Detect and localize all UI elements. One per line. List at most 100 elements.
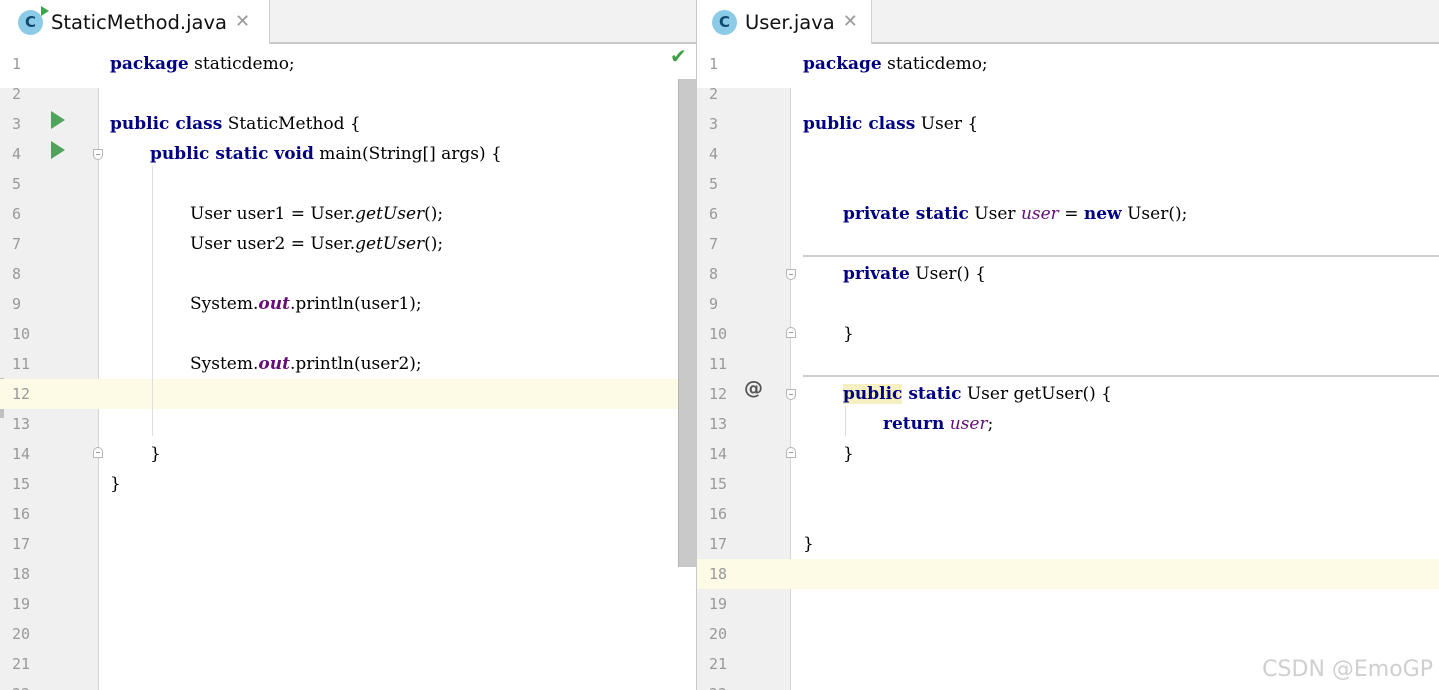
at-annotation-icon[interactable]: @	[744, 377, 763, 399]
line-number: 11	[12, 355, 31, 373]
run-class-icon[interactable]	[51, 111, 65, 129]
line-number: 19	[709, 595, 728, 613]
code-line: 2	[697, 79, 1439, 109]
line-number: 17	[709, 535, 728, 553]
fold-icon[interactable]	[786, 447, 796, 458]
code-text: User user1 = User.getUser();	[190, 204, 444, 224]
code-line: 16	[0, 499, 696, 529]
code-line: 11 System.out.println(user2);	[0, 349, 696, 379]
code-line: 16	[697, 499, 1439, 529]
code-line: 18	[0, 559, 696, 589]
line-number: 13	[12, 415, 31, 433]
line-number: 10	[709, 325, 728, 343]
right-tab-bar: C User.java ✕	[697, 0, 1439, 44]
indent-guide	[845, 406, 846, 436]
code-line: 1 package staticdemo;	[697, 49, 1439, 79]
code-line: 13	[0, 409, 696, 439]
line-number: 19	[12, 595, 31, 613]
code-text: package staticdemo;	[803, 54, 988, 74]
line-number: 6	[12, 205, 22, 223]
line-number: 5	[709, 175, 719, 193]
code-text: }	[110, 474, 121, 494]
code-line: 20	[0, 619, 696, 649]
line-number: 22	[709, 679, 727, 690]
code-line: 14}	[0, 439, 696, 469]
code-text: return user;	[883, 414, 994, 434]
line-number: 21	[12, 655, 31, 673]
code-line: 14}	[697, 439, 1439, 469]
code-line: 6 User user1 = User.getUser();	[0, 199, 696, 229]
left-editor-pane: C StaticMethod.java ✕ 1 package staticdem…	[0, 0, 696, 690]
line-number: 22	[12, 679, 30, 690]
code-line: 7 User user2 = User.getUser();	[0, 229, 696, 259]
code-line: 10	[0, 319, 696, 349]
line-number: 1	[12, 55, 22, 73]
code-line: 5	[0, 169, 696, 199]
left-code-editor[interactable]: 1 package staticdemo; 2 3 public class Sta…	[0, 44, 696, 690]
code-line: 15}	[0, 469, 696, 499]
line-number: 17	[12, 535, 31, 553]
code-line: 17}	[697, 529, 1439, 559]
line-number: 7	[12, 235, 22, 253]
tab-user-java[interactable]: C User.java ✕	[697, 0, 872, 44]
code-text: System.out.println(user1);	[190, 294, 422, 314]
tab-title: StaticMethod.java	[51, 10, 227, 34]
method-separator	[803, 375, 1439, 377]
tab-staticmethod-java[interactable]: C StaticMethod.java ✕	[0, 0, 270, 44]
method-separator	[803, 255, 1439, 257]
fold-icon[interactable]	[786, 327, 796, 338]
line-number: 5	[12, 175, 22, 193]
line-number: 12	[709, 385, 728, 403]
line-number: 16	[12, 505, 31, 523]
code-line: 21	[0, 649, 696, 679]
line-number: 8	[709, 265, 719, 283]
code-line: 17	[0, 529, 696, 559]
code-text: }	[843, 444, 854, 464]
java-class-icon: C	[712, 9, 737, 35]
fold-icon[interactable]	[93, 149, 103, 160]
code-text: }	[843, 324, 854, 344]
code-text: System.out.println(user2);	[190, 354, 422, 374]
code-line: 15	[697, 469, 1439, 499]
fold-icon[interactable]	[93, 447, 103, 458]
code-line: 1 package staticdemo;	[0, 49, 696, 79]
code-text: public class User {	[803, 114, 979, 134]
runnable-marker-icon	[41, 5, 49, 16]
fold-icon[interactable]	[786, 389, 796, 400]
code-text: public class StaticMethod {	[110, 114, 361, 134]
code-text: public static User getUser() {	[843, 384, 1112, 404]
line-number: 20	[709, 625, 728, 643]
code-text: private static User user = new User();	[843, 204, 1188, 224]
code-line: 20	[697, 619, 1439, 649]
line-number: 14	[709, 445, 728, 463]
code-text: }	[803, 534, 814, 554]
line-number: 14	[12, 445, 31, 463]
code-line: 10}	[697, 319, 1439, 349]
code-line: 4	[697, 139, 1439, 169]
line-number: 6	[709, 205, 719, 223]
line-number: 10	[12, 325, 31, 343]
code-line: 12 public static User getUser() {	[697, 379, 1439, 409]
line-number: 20	[12, 625, 31, 643]
code-line: 22	[0, 679, 696, 690]
line-number: 11	[709, 355, 728, 373]
close-tab-icon[interactable]: ✕	[235, 13, 250, 31]
line-number: 2	[12, 85, 22, 103]
line-number: 18	[12, 565, 31, 583]
code-line: 4 public static void main(String[] args) …	[0, 139, 696, 169]
code-line: 2	[0, 79, 696, 109]
line-number: 13	[709, 415, 728, 433]
run-main-icon[interactable]	[51, 141, 65, 159]
line-number: 18	[709, 565, 728, 583]
code-line: 3 public class StaticMethod {	[0, 109, 696, 139]
left-tab-bar: C StaticMethod.java ✕	[0, 0, 696, 44]
line-number: 4	[709, 145, 719, 163]
close-tab-icon[interactable]: ✕	[843, 13, 858, 31]
fold-icon[interactable]	[786, 269, 796, 280]
code-text: User user2 = User.getUser();	[190, 234, 444, 254]
right-code-editor[interactable]: 1 package staticdemo; 2 3 public class Use…	[697, 44, 1439, 690]
vertical-scrollbar[interactable]	[678, 79, 696, 567]
code-line: 6 private static User user = new User();	[697, 199, 1439, 229]
code-text: public static void main(String[] args) {	[150, 144, 502, 164]
code-line: 9 System.out.println(user1);	[0, 289, 696, 319]
